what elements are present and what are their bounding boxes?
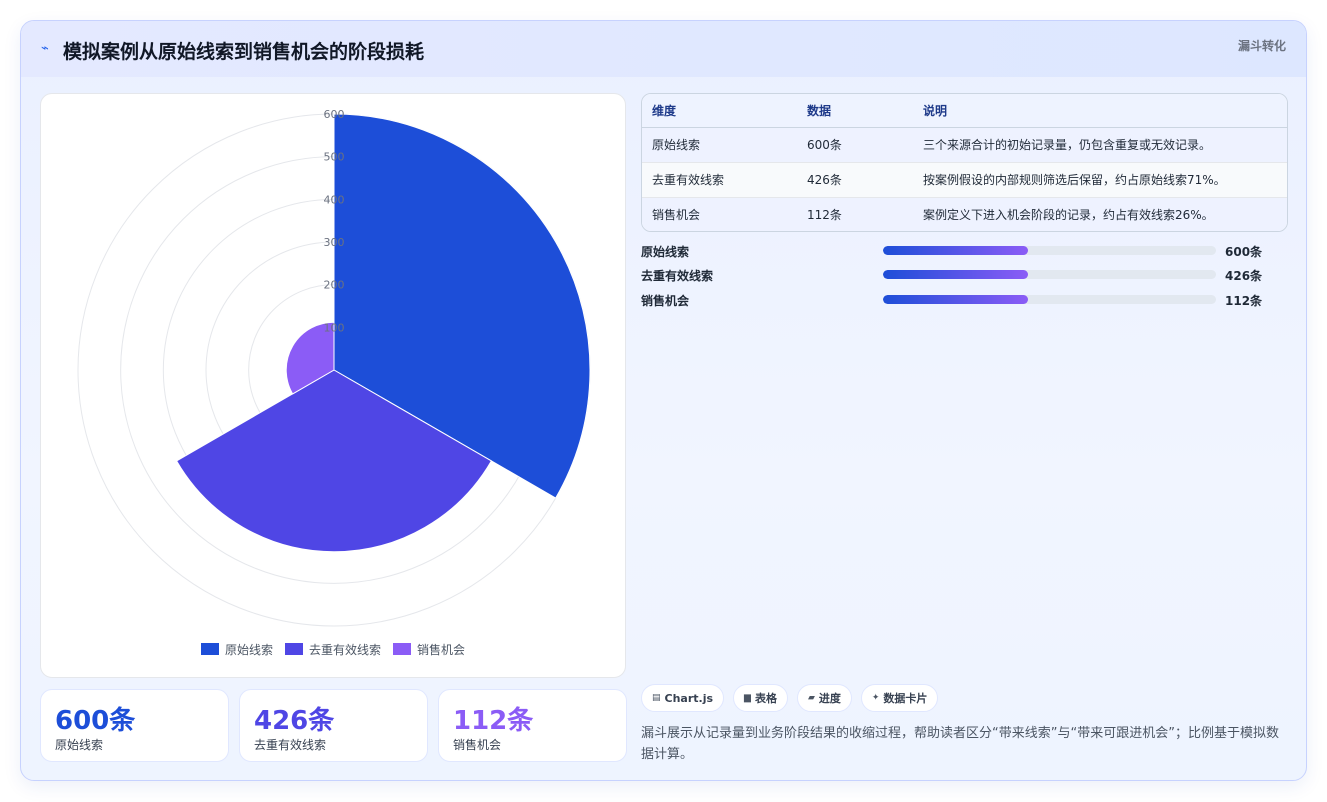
table-row: 原始线索 600条 三个来源合计的初始记录量，仍包含重复或无效记录。	[642, 127, 1287, 163]
table-cell: 三个来源合计的初始记录量，仍包含重复或无效记录。	[913, 127, 1287, 163]
chip-progress[interactable]: ▰ 进度	[796, 684, 852, 712]
r-tick-label: 500	[324, 151, 345, 164]
chip-label: Chart.js	[664, 691, 714, 705]
column-header: 数据	[797, 94, 913, 128]
progress-icon: ▰	[807, 693, 815, 703]
legend-item-opportunities[interactable]: 销售机会	[393, 640, 465, 658]
column-header: 维度	[642, 94, 797, 128]
chip-label: 表格	[754, 692, 777, 705]
legend-item-valid-leads[interactable]: 去重有效线索	[284, 640, 381, 658]
polar-chart-panel: 600 500 400 300 200 100 原始线索 去重有效线索 销售机会	[40, 93, 626, 678]
dashboard-card: ⌁ 模拟案例从原始线索到销售机会的阶段损耗 漏斗转化 600 500 400 300 2…	[20, 20, 1307, 781]
progress-track	[883, 246, 1216, 255]
r-tick-label: 300	[324, 236, 345, 249]
stat-card-valid-leads: 426条 去重有效线索	[239, 689, 428, 762]
table-cell: 426条	[797, 162, 913, 198]
table-cell: 案例定义下进入机会阶段的记录，约占有效线索26%。	[913, 197, 1287, 231]
progress-fill	[883, 246, 1028, 255]
table-icon: ▆	[744, 693, 751, 703]
table-cell: 原始线索	[642, 127, 797, 163]
progress-value: 426条	[1225, 269, 1263, 283]
legend-swatch	[393, 643, 411, 655]
legend-label: 销售机会	[417, 642, 466, 657]
progress-label: 去重有效线索	[641, 269, 714, 283]
feature-chips: ▤ Chart.js ▆ 表格 ▰ 进度 ✦ 数据卡片	[641, 684, 939, 712]
r-tick-label: 100	[324, 321, 345, 334]
progress-row-opportunities: 销售机会 112条	[641, 291, 1281, 309]
chart-icon: ▤	[652, 693, 661, 703]
stat-label: 去重有效线索	[254, 738, 327, 752]
progress-fill	[883, 270, 1028, 279]
table-cell: 600条	[797, 127, 913, 163]
r-tick-label: 400	[324, 193, 345, 206]
category-tag: 漏斗转化	[1237, 39, 1286, 53]
stat-card-raw-leads: 600条 原始线索	[40, 689, 229, 762]
stat-value: 426条	[254, 706, 335, 736]
table-cell: 销售机会	[642, 197, 797, 231]
chip-label: 数据卡片	[883, 692, 928, 705]
table-row: 去重有效线索 426条 按案例假设的内部规则筛选后保留，约占原始线索71%。	[642, 162, 1287, 198]
progress-track	[883, 270, 1216, 279]
chart-note: 漏斗展示从记录量到业务阶段结果的收缩过程，帮助读者区分“带来线索”与“带来可跟进…	[641, 726, 1279, 762]
chip-table[interactable]: ▆ 表格	[733, 684, 788, 712]
chip-chartjs[interactable]: ▤ Chart.js	[641, 684, 725, 712]
legend-label: 原始线索	[224, 642, 273, 657]
progress-row-raw-leads: 原始线索 600条	[641, 242, 1281, 260]
progress-value: 112条	[1225, 294, 1263, 308]
legend-item-raw-leads[interactable]: 原始线索	[200, 640, 273, 658]
progress-fill	[883, 295, 1028, 304]
progress-value: 600条	[1225, 245, 1263, 259]
stat-value: 600条	[55, 706, 136, 736]
table-cell: 112条	[797, 197, 913, 231]
legend-label: 去重有效线索	[308, 642, 381, 657]
stat-card-opportunities: 112条 销售机会	[438, 689, 627, 762]
chart-legend: 原始线索 去重有效线索 销售机会	[41, 640, 625, 658]
progress-label: 原始线索	[641, 245, 690, 259]
trend-icon: ⌁	[41, 41, 49, 56]
table-row: 销售机会 112条 案例定义下进入机会阶段的记录，约占有效线索26%。	[642, 197, 1287, 231]
legend-swatch	[200, 643, 219, 655]
card-header: ⌁ 模拟案例从原始线索到销售机会的阶段损耗 漏斗转化	[21, 21, 1306, 77]
data-table: 维度 数据 说明 原始线索 600条 三个来源合计的初始记录量，仍包含重复或无效…	[641, 93, 1288, 232]
legend-swatch	[284, 643, 303, 655]
chip-data-cards[interactable]: ✦ 数据卡片	[860, 684, 939, 712]
chip-label: 进度	[818, 692, 841, 705]
table-cell: 按案例假设的内部规则筛选后保留，约占原始线索71%。	[913, 162, 1287, 198]
stat-label: 销售机会	[453, 738, 502, 752]
column-header: 说明	[913, 94, 1287, 128]
polar-area-chart: 600 500 400 300 200 100	[77, 108, 591, 627]
progress-track	[883, 295, 1216, 304]
page-title: 模拟案例从原始线索到销售机会的阶段损耗	[63, 41, 425, 63]
progress-row-valid-leads: 去重有效线索 426条	[641, 266, 1281, 284]
stat-label: 原始线索	[55, 738, 104, 752]
sparkle-icon: ✦	[871, 693, 880, 703]
r-tick-label: 200	[324, 279, 345, 292]
table-cell: 去重有效线索	[642, 162, 797, 198]
r-tick-label: 600	[324, 108, 345, 121]
table-header-row: 维度 数据 说明	[642, 94, 1287, 128]
stat-value: 112条	[453, 706, 534, 736]
progress-label: 销售机会	[641, 294, 690, 308]
